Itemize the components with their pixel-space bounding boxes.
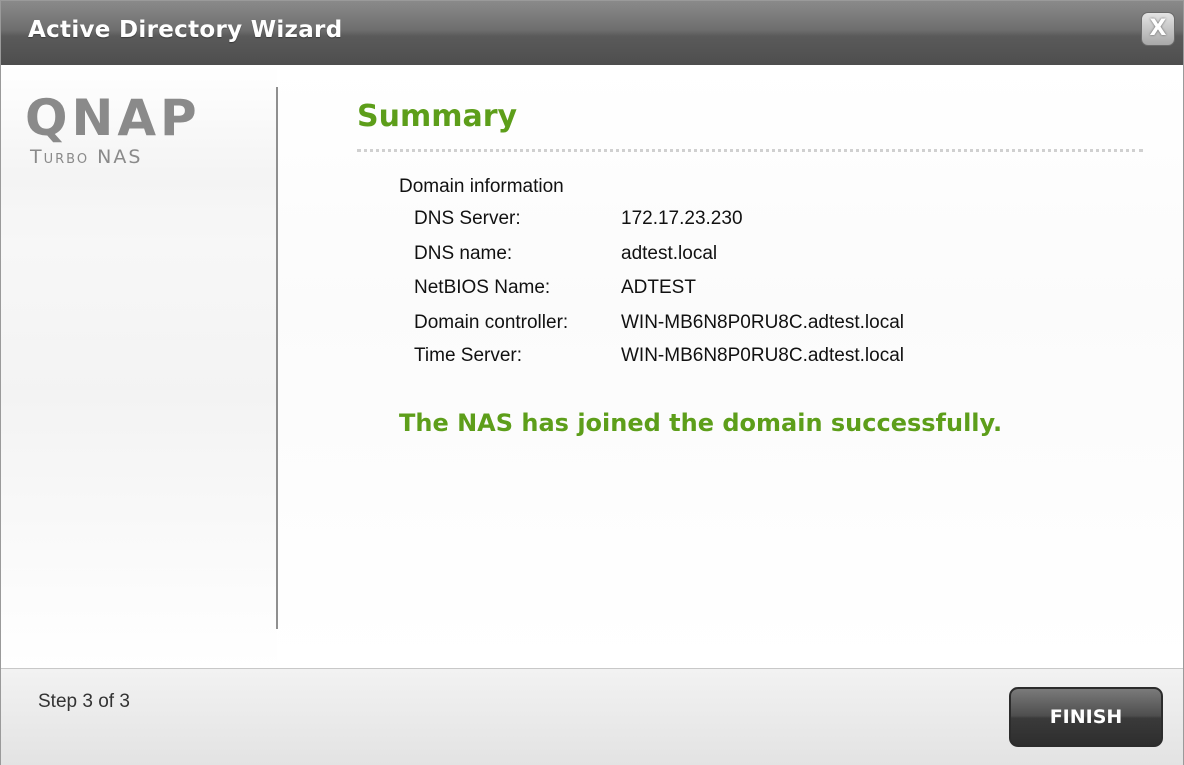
title-bar[interactable]: Active Directory Wizard X	[1, 1, 1183, 65]
footer-bar	[1, 668, 1183, 765]
wizard-window: Active Directory Wizard X QNAP Turbo NAS…	[0, 0, 1184, 765]
info-label: Time Server:	[414, 345, 523, 366]
info-value: WIN-MB6N8P0RU8C.adtest.local	[621, 345, 904, 366]
qnap-logo: QNAP	[25, 89, 201, 147]
step-indicator: Step 3 of 3	[38, 691, 130, 712]
close-icon[interactable]: X	[1141, 12, 1175, 46]
turbo-nas-label: Turbo NAS	[30, 146, 143, 168]
heading-divider	[357, 149, 1143, 152]
window-title: Active Directory Wizard	[28, 17, 343, 43]
info-label: Domain controller:	[414, 312, 569, 333]
info-value: WIN-MB6N8P0RU8C.adtest.local	[621, 312, 904, 333]
info-label: DNS Server:	[414, 208, 521, 229]
domain-info-label: Domain information	[399, 176, 564, 197]
page-title: Summary	[357, 99, 518, 134]
info-label: NetBIOS Name:	[414, 277, 551, 298]
success-message: The NAS has joined the domain successful…	[399, 409, 1003, 437]
info-label: DNS name:	[414, 243, 513, 264]
info-value: 172.17.23.230	[621, 208, 743, 229]
info-value: ADTEST	[621, 277, 696, 298]
info-value: adtest.local	[621, 243, 718, 264]
finish-button[interactable]: FINISH	[1009, 687, 1163, 747]
